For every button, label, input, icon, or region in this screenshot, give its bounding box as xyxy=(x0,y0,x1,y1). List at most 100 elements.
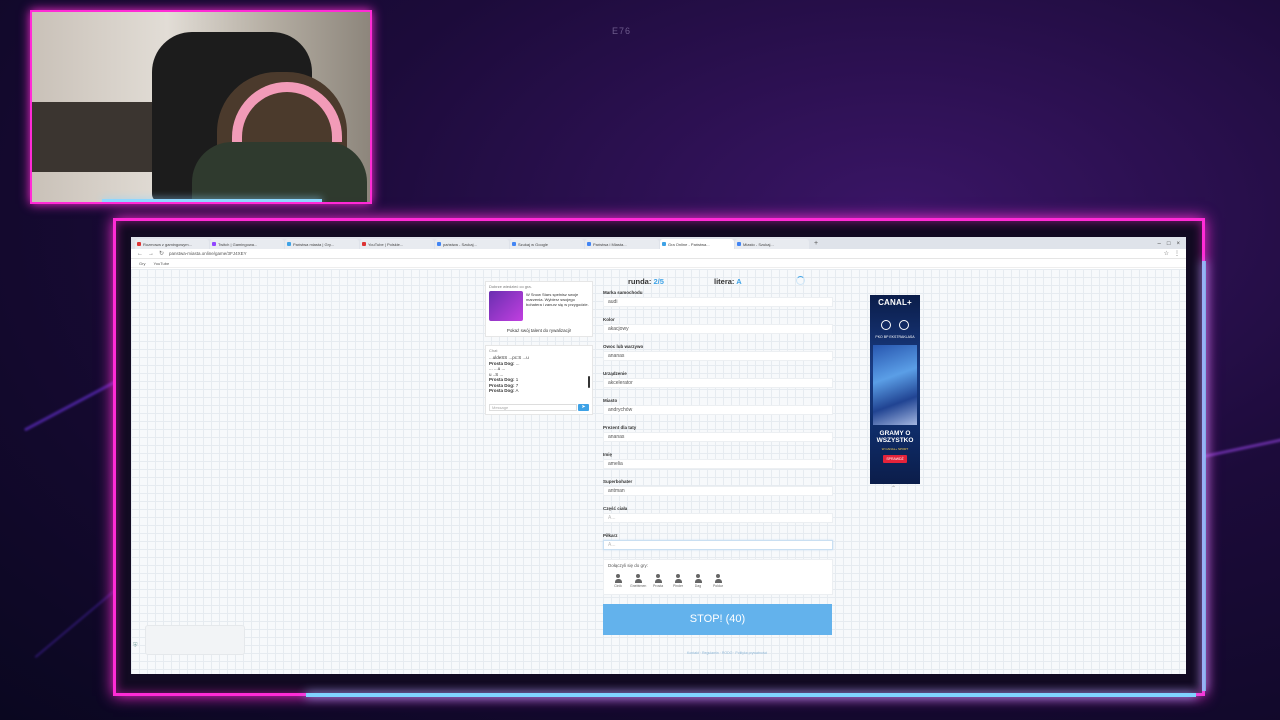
bookmark-item[interactable]: YouTube xyxy=(153,261,169,266)
ad-box: Dobrze wiedzieć co gra. W Snow Stars spe… xyxy=(485,281,593,337)
browser-tab-active[interactable]: Gra Online - Państwa... xyxy=(660,239,734,249)
tab-label: państwa - Szukaj... xyxy=(443,242,477,247)
tab-favicon-icon xyxy=(662,242,666,246)
chevron-up-icon[interactable]: ⌃ xyxy=(891,485,896,492)
window-controls: – □ × xyxy=(1158,239,1186,249)
answer-field: Owoc lub warzywo ananas xyxy=(603,344,833,361)
footer-links[interactable]: Kontakt · Regulamin · RODO · Polityka pr… xyxy=(687,651,767,655)
tab-favicon-icon xyxy=(737,242,741,246)
star-icon[interactable]: ☆ xyxy=(1164,250,1169,257)
banner-players-image xyxy=(873,345,917,425)
tab-label: Miasto - Szukaj... xyxy=(743,242,774,247)
field-label: Urządzenie xyxy=(603,371,627,376)
browser-tab[interactable]: Twitch | Gamingowa... xyxy=(210,239,284,249)
maximize-icon[interactable]: □ xyxy=(1167,239,1171,249)
field-label: Piłkarz xyxy=(603,533,618,538)
tab-favicon-icon xyxy=(512,242,516,246)
answer-input[interactable]: amelia xyxy=(603,459,833,469)
answer-field: Kolor akacjowy xyxy=(603,317,833,334)
chat-input[interactable]: Message xyxy=(489,404,577,411)
field-label: Marka samochodu xyxy=(603,290,643,295)
tab-label: YouTube | Polskie... xyxy=(368,242,404,247)
close-icon[interactable]: × xyxy=(1176,239,1180,249)
player-item: Cinik xyxy=(610,574,626,588)
send-icon[interactable]: ➤ xyxy=(578,404,589,411)
player-item: Poldur xyxy=(710,574,726,588)
answer-input[interactable]: A... xyxy=(603,513,833,523)
field-label: Prezent dla taty xyxy=(603,425,637,430)
answer-field: Urządzenie akcelerator xyxy=(603,371,833,388)
tab-label: Państwa miasta | Gry... xyxy=(293,242,334,247)
answer-field: Superbohater antman xyxy=(603,479,833,496)
player-item: Gnebtmen xyxy=(630,574,646,588)
chat-title: Chat xyxy=(489,348,498,353)
canal-plus-banner[interactable]: CANAL+ PKO BP EKSTRAKLASA GRAMY O WSZYST… xyxy=(870,295,920,484)
menu-icon[interactable]: ⋮ xyxy=(1174,250,1180,257)
ad-image[interactable] xyxy=(489,291,523,321)
banner-cta-button[interactable]: SPRAWDŹ xyxy=(883,455,907,463)
user-icon xyxy=(654,574,662,583)
webcam-streamer-sweater xyxy=(192,142,367,202)
new-tab-button[interactable]: + xyxy=(810,239,822,249)
league-crest-icon xyxy=(881,320,909,332)
banner-league: PKO BP EKSTRAKLASA xyxy=(875,335,915,339)
chat-scrollbar[interactable] xyxy=(588,376,590,388)
neon-glow xyxy=(102,199,322,202)
neon-glow xyxy=(1202,261,1206,691)
neon-glow xyxy=(306,693,1196,697)
stop-button[interactable]: STOP! (40) xyxy=(603,604,832,635)
tab-label: Państwa i Miasta... xyxy=(593,242,627,247)
browser-tab[interactable]: Państwa i Miasta... xyxy=(585,239,659,249)
answer-input[interactable]: ananas xyxy=(603,432,833,442)
answer-field: Miasto andrychów xyxy=(603,398,833,415)
tab-label: Twitch | Gamingowa... xyxy=(218,242,258,247)
browser-tab[interactable]: Miasto - Szukaj... xyxy=(735,239,809,249)
url-field[interactable]: panstwa-miasta.online/game/3FJ4XEY xyxy=(169,251,1159,256)
chat-message: Prosta Dog: A xyxy=(489,388,519,393)
banner-slogan: GRAMY O WSZYSTKO xyxy=(876,430,914,444)
tab-label: Gra Online - Państwa... xyxy=(668,242,710,247)
game-page: Dobrze wiedzieć co gra. W Snow Stars spe… xyxy=(131,269,1186,674)
tab-favicon-icon xyxy=(437,242,441,246)
answer-input[interactable]: ananas xyxy=(603,351,833,361)
players-panel: Dołączyli się do gry: Cinik Gnebtmen Pro… xyxy=(603,559,833,595)
banner-subtitle: W CANAL+ SPORT xyxy=(881,447,909,451)
answer-input[interactable]: akacjowy xyxy=(603,324,833,334)
field-label: Kolor xyxy=(603,317,615,322)
user-icon xyxy=(634,574,642,583)
answer-input[interactable]: audi xyxy=(603,297,833,307)
answer-input[interactable]: antman xyxy=(603,486,833,496)
answer-input[interactable]: A... xyxy=(603,540,833,550)
answer-input[interactable]: andrychów xyxy=(603,405,833,415)
reload-icon[interactable]: ↻ xyxy=(159,250,164,257)
forward-icon[interactable]: → xyxy=(148,251,154,257)
tab-favicon-icon xyxy=(362,242,366,246)
banner-brand: CANAL+ xyxy=(878,298,912,307)
minimize-icon[interactable]: – xyxy=(1158,239,1161,249)
user-icon xyxy=(614,574,622,583)
ad-link[interactable]: Pokaż swój talent do rywalizacji! xyxy=(486,328,592,333)
player-item: Prosta xyxy=(650,574,666,588)
user-icon xyxy=(714,574,722,583)
back-icon[interactable]: ← xyxy=(137,251,143,257)
browser-tab[interactable]: YouTube | Polskie... xyxy=(360,239,434,249)
players-join-label: Dołączyli się do gry: xyxy=(608,563,649,568)
tab-bar: Rozmowa z gamingowym... Twitch | Gamingo… xyxy=(131,237,1186,249)
browser-tab[interactable]: Rozmowa z gamingowym... xyxy=(135,239,209,249)
browser-tab[interactable]: państwa - Szukaj... xyxy=(435,239,509,249)
shield-icon[interactable]: ⛨ xyxy=(133,643,138,650)
browser-tab[interactable]: Państwa miasta | Gry... xyxy=(285,239,359,249)
answer-field: Piłkarz A... xyxy=(603,533,833,550)
bookmarks-bar: Gry YouTube xyxy=(131,259,1186,268)
answer-input[interactable]: akcelerator xyxy=(603,378,833,388)
ad-header: Dobrze wiedzieć co gra. xyxy=(489,284,532,289)
player-item: Dag xyxy=(690,574,706,588)
browser-tab[interactable]: Szukaj w Google xyxy=(510,239,584,249)
user-icon xyxy=(674,574,682,583)
tab-favicon-icon xyxy=(137,242,141,246)
field-label: Owoc lub warzywo xyxy=(603,344,644,349)
webcam-desk xyxy=(32,102,172,172)
answer-field: Marka samochodu audi xyxy=(603,290,833,307)
loading-spinner-icon xyxy=(796,276,805,285)
bookmark-item[interactable]: Gry xyxy=(139,261,145,266)
